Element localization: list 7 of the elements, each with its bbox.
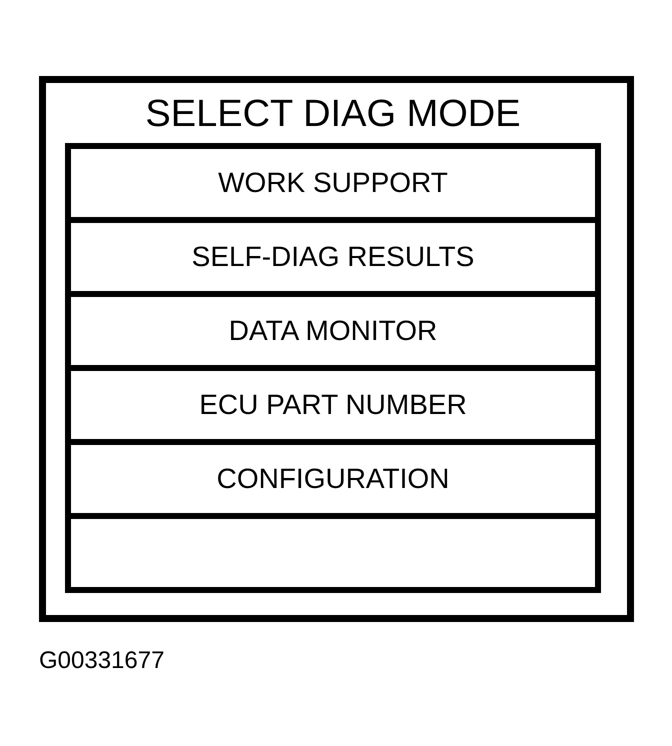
menu-item[interactable]: WORK SUPPORT [71,149,595,217]
figure-id: G00331677 [39,647,164,676]
screen-title: SELECT DIAG MODE [145,95,521,133]
menu-item[interactable]: ECU PART NUMBER [71,365,595,439]
menu-item[interactable]: SELF-DIAG RESULTS [71,217,595,291]
menu-item[interactable]: DATA MONITOR [71,291,595,365]
menu-item[interactable]: CONFIGURATION [71,439,595,513]
